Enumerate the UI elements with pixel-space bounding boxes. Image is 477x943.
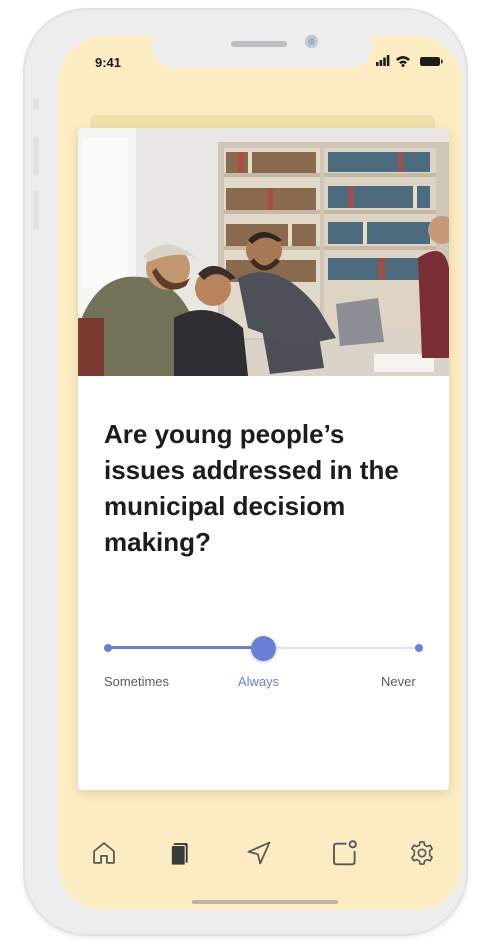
gear-icon xyxy=(411,841,433,865)
speaker-grille xyxy=(231,41,287,47)
slider-start-dot[interactable] xyxy=(104,644,112,652)
signal-icon xyxy=(376,55,390,66)
answer-slider[interactable] xyxy=(104,636,424,661)
tab-navigate[interactable] xyxy=(241,836,277,870)
question-text: Are young people’s issues addressed in t… xyxy=(104,419,399,557)
tab-notifications[interactable] xyxy=(326,836,362,870)
card-photo xyxy=(78,128,449,376)
silent-switch xyxy=(33,98,39,110)
tab-settings[interactable] xyxy=(404,836,440,870)
option-label-always[interactable]: Always xyxy=(238,674,279,689)
volume-up-button xyxy=(33,136,39,176)
notification-square-icon xyxy=(333,840,357,866)
volume-down-button xyxy=(33,190,39,230)
option-label-sometimes[interactable]: Sometimes xyxy=(104,674,169,689)
slider-thumb[interactable] xyxy=(251,636,276,661)
option-label-never[interactable]: Never xyxy=(381,674,416,689)
tab-home[interactable] xyxy=(86,836,122,870)
status-time: 9:41 xyxy=(95,55,122,70)
question-card[interactable]: Are young people’s issues addressed in t… xyxy=(78,128,449,790)
home-indicator[interactable] xyxy=(192,900,338,904)
navigate-arrow-icon xyxy=(247,841,271,865)
tab-cards[interactable] xyxy=(162,836,198,870)
battery-icon xyxy=(420,57,443,66)
cards-icon xyxy=(170,843,188,866)
home-icon xyxy=(93,842,115,864)
front-camera xyxy=(305,35,318,48)
slider-track-fill xyxy=(107,646,262,649)
slider-end-dot[interactable] xyxy=(415,644,423,652)
status-icons xyxy=(376,54,446,68)
wifi-icon xyxy=(396,56,410,67)
